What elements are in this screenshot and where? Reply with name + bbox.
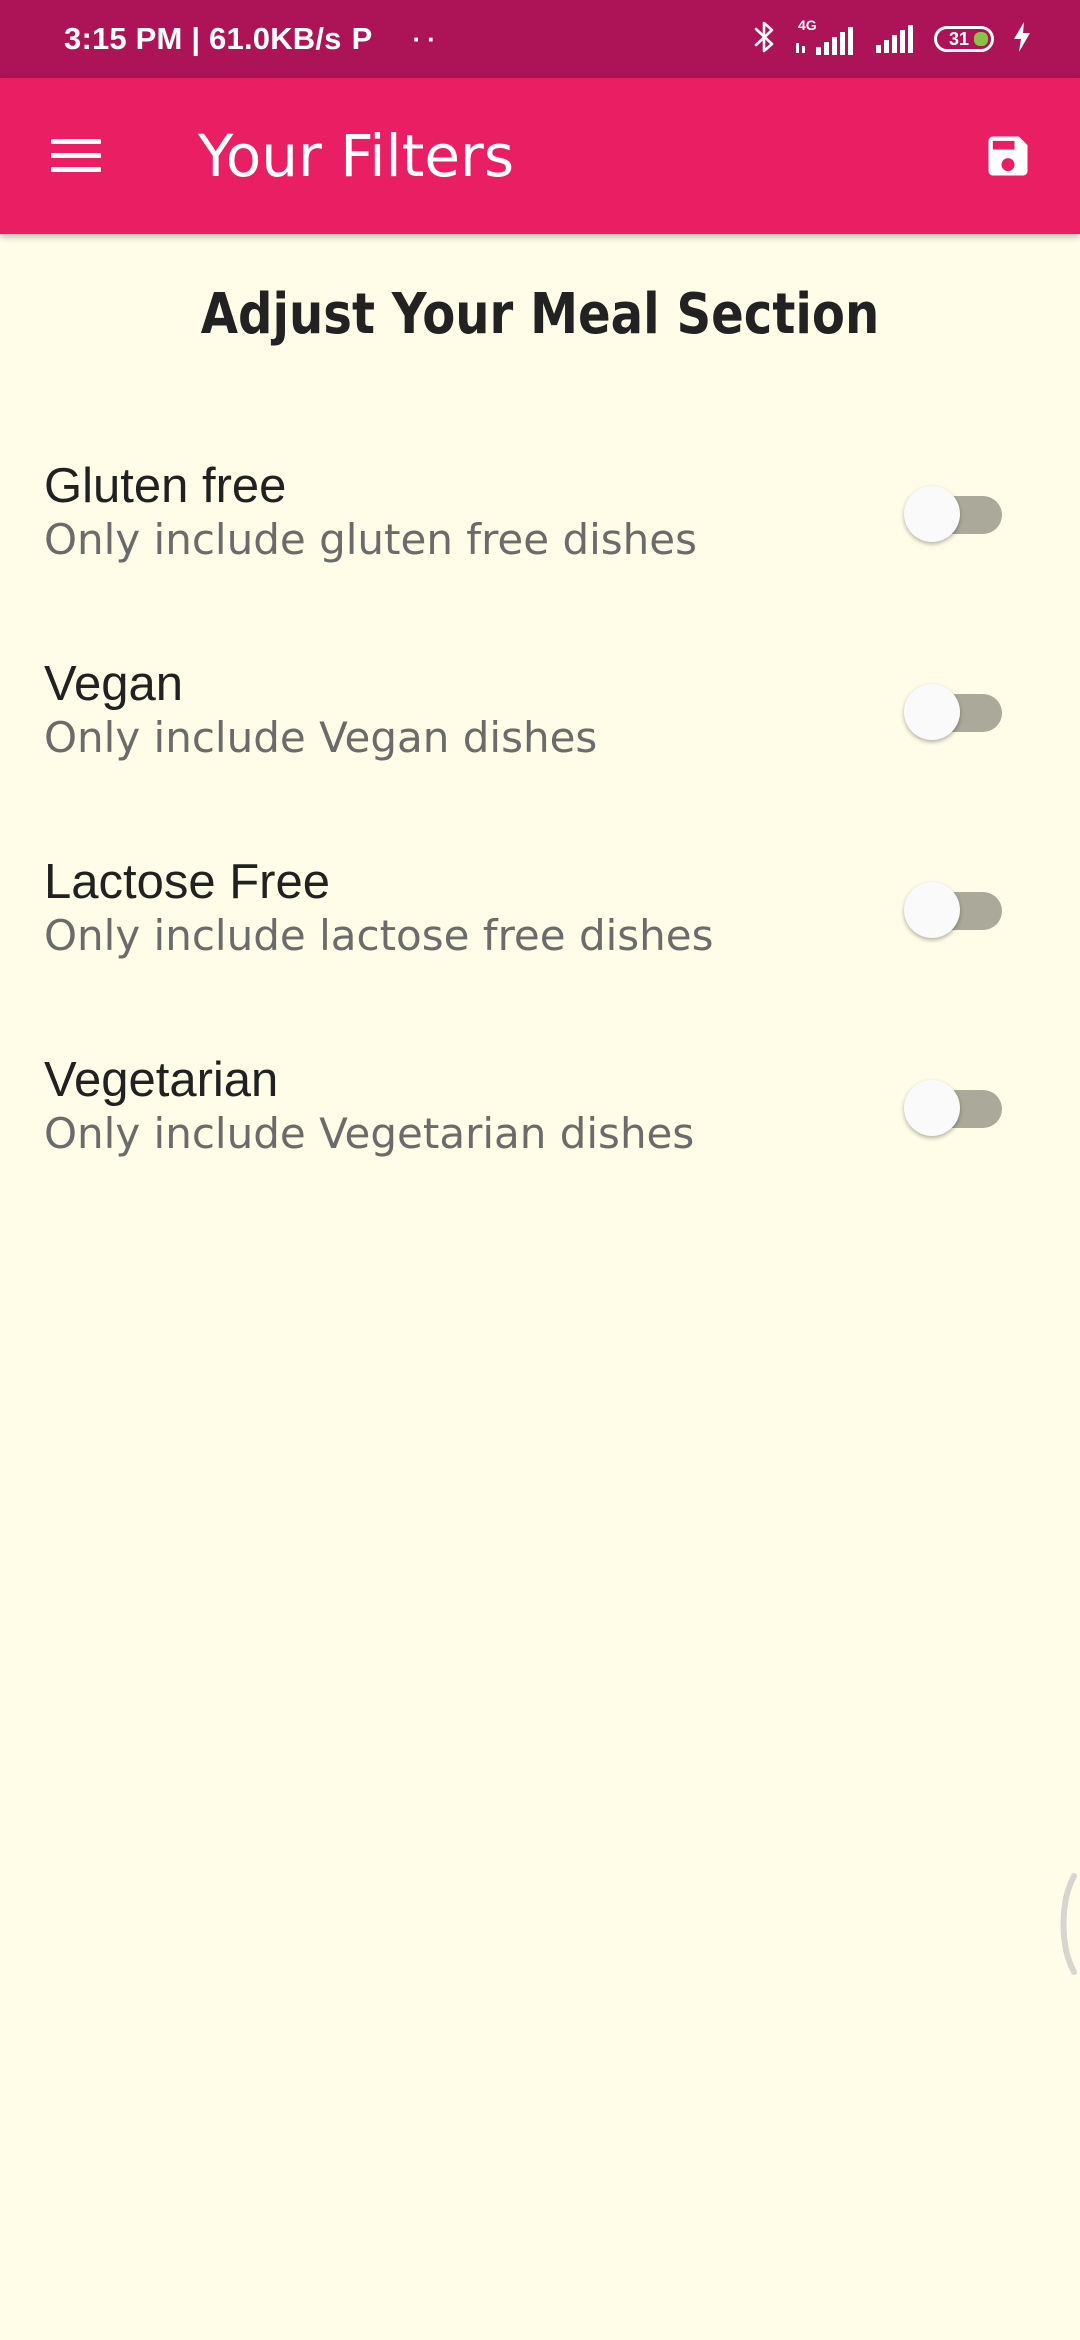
- switch-thumb: [904, 486, 960, 542]
- filter-subtitle: Only include gluten free dishes: [44, 515, 698, 564]
- hamburger-menu-icon: [51, 139, 101, 173]
- notification-dots-icon: ··: [412, 23, 442, 54]
- battery-level: 31: [948, 28, 970, 49]
- signal-4g-icon: 4G: [794, 17, 856, 57]
- battery-fill: [974, 32, 988, 46]
- status-bar: 3:15 PM | 61.0KB/s P ·· 4G 31: [0, 0, 1080, 78]
- app-bar: Your Filters: [0, 78, 1080, 234]
- switch-thumb: [904, 1080, 960, 1136]
- bluetooth-icon: [754, 20, 776, 59]
- save-button[interactable]: [970, 118, 1046, 194]
- filter-row-vegan: Vegan Only include Vegan dishes: [0, 656, 1080, 854]
- status-right: 4G 31: [754, 0, 1032, 78]
- section-title: Adjust Your Meal Section: [200, 282, 880, 347]
- edge-swipe-handle[interactable]: [1052, 1872, 1080, 1976]
- filter-row-gluten-free: Gluten free Only include gluten free dis…: [0, 458, 1080, 656]
- signal-icon: [874, 19, 916, 60]
- vegan-toggle[interactable]: [904, 684, 1002, 744]
- page-title: Your Filters: [198, 122, 515, 190]
- status-left: 3:15 PM | 61.0KB/s P ··: [64, 0, 442, 78]
- battery-icon: 31: [934, 26, 994, 52]
- battery-body: 31: [934, 26, 994, 52]
- parking-p-icon: P: [351, 21, 373, 56]
- filter-row-lactose-free: Lactose Free Only include lactose free d…: [0, 854, 1080, 1052]
- menu-button[interactable]: [38, 118, 114, 194]
- floppy-disk-save-icon: [988, 136, 1028, 176]
- switch-thumb: [904, 684, 960, 740]
- gluten-free-toggle[interactable]: [904, 486, 1002, 546]
- lactose-free-toggle[interactable]: [904, 882, 1002, 942]
- status-time-speed: 3:15 PM | 61.0KB/s: [64, 21, 342, 56]
- switch-thumb: [904, 882, 960, 938]
- filter-subtitle: Only include Vegetarian dishes: [44, 1109, 695, 1158]
- filter-subtitle: Only include Vegan dishes: [44, 713, 598, 762]
- filter-title: Vegan: [44, 657, 183, 711]
- filter-title: Lactose Free: [44, 855, 330, 909]
- filter-row-vegetarian: Vegetarian Only include Vegetarian dishe…: [0, 1052, 1080, 1250]
- filter-title: Vegetarian: [44, 1053, 279, 1107]
- vegetarian-toggle[interactable]: [904, 1080, 1002, 1140]
- charging-bolt-icon: [1012, 21, 1032, 58]
- filter-title: Gluten free: [44, 459, 287, 513]
- filter-subtitle: Only include lactose free dishes: [44, 911, 714, 960]
